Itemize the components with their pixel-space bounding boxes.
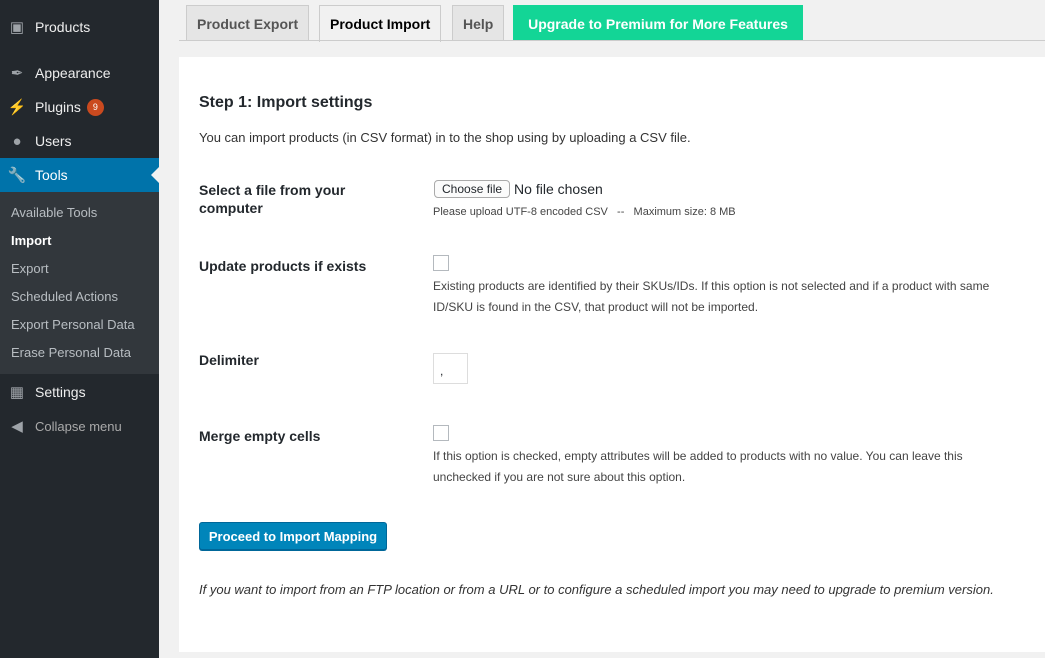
plugin-icon: ⚡ [7,99,27,116]
update-description: Existing products are identified by thei… [433,279,990,314]
choose-file-button[interactable]: Choose file [434,180,511,198]
page-title: Step 1: Import settings [199,94,373,111]
submenu-import[interactable]: Import [0,227,159,255]
menu-label: Collapse menu [35,418,122,434]
wrench-icon: 🔧 [7,167,27,184]
update-products-checkbox[interactable] [433,255,449,271]
file-note: Please upload UTF-8 encoded CSV -- Maxim… [433,206,736,218]
tab-help[interactable]: Help [452,5,505,41]
file-label: Select a file from your computer [199,182,346,216]
menu-label: Products [35,19,91,35]
menu-label: Users [35,133,72,149]
proceed-import-mapping-button[interactable]: Proceed to Import Mapping [199,522,387,550]
update-label: Update products if exists [199,258,367,274]
user-icon: ● [12,132,22,150]
settings-icon: ▦ [9,384,25,401]
box-icon: ▣ [9,19,25,36]
menu-label: Plugins [35,99,81,115]
merge-empty-cells-checkbox[interactable] [433,425,449,441]
merge-description: If this option is checked, empty attribu… [433,449,963,484]
update-count-badge: 9 [86,98,104,116]
delimiter-label: Delimiter [199,352,259,368]
submenu-erase-personal-data[interactable]: Erase Personal Data [0,339,159,367]
admin-sidebar: ▣ Products ✒ Appearance ⚡ Plugins 9 ● Users 🔧… [0,0,159,658]
delimiter-input[interactable]: , [433,353,468,384]
tab-upgrade-premium[interactable]: Upgrade to Premium for More Features [513,5,803,41]
tools-submenu: Available Tools Import Export Scheduled … [0,192,159,374]
menu-plugins[interactable]: ⚡ Plugins 9 [0,90,159,124]
intro-text: You can import products (in CSV format) … [199,130,691,145]
menu-label: Appearance [35,65,111,81]
menu-label: Settings [35,384,86,400]
submenu-available-tools[interactable]: Available Tools [0,199,159,227]
menu-users[interactable]: ● Users [0,124,159,158]
tab-divider [179,40,1045,41]
menu-label: Tools [35,167,68,183]
menu-settings[interactable]: ▦ Settings [0,375,159,409]
menu-appearance[interactable]: ✒ Appearance [0,56,159,90]
import-settings-panel: Step 1: Import settings You can import p… [179,57,1045,652]
menu-tools[interactable]: 🔧 Tools [0,158,159,192]
tab-product-export[interactable]: Product Export [186,5,310,41]
paintbrush-icon: ✒ [10,65,24,82]
tab-product-import[interactable]: Product Import [319,5,442,42]
menu-products[interactable]: ▣ Products [0,10,159,44]
merge-label: Merge empty cells [199,428,321,444]
submenu-export[interactable]: Export [0,255,159,283]
file-status: No file chosen [514,181,603,197]
submenu-scheduled-actions[interactable]: Scheduled Actions [0,283,159,311]
collapse-menu-button[interactable]: ◀ Collapse menu [0,409,159,443]
submenu-export-personal-data[interactable]: Export Personal Data [0,311,159,339]
premium-note: If you want to import from an FTP locati… [199,582,994,597]
collapse-icon: ◀ [11,418,23,435]
